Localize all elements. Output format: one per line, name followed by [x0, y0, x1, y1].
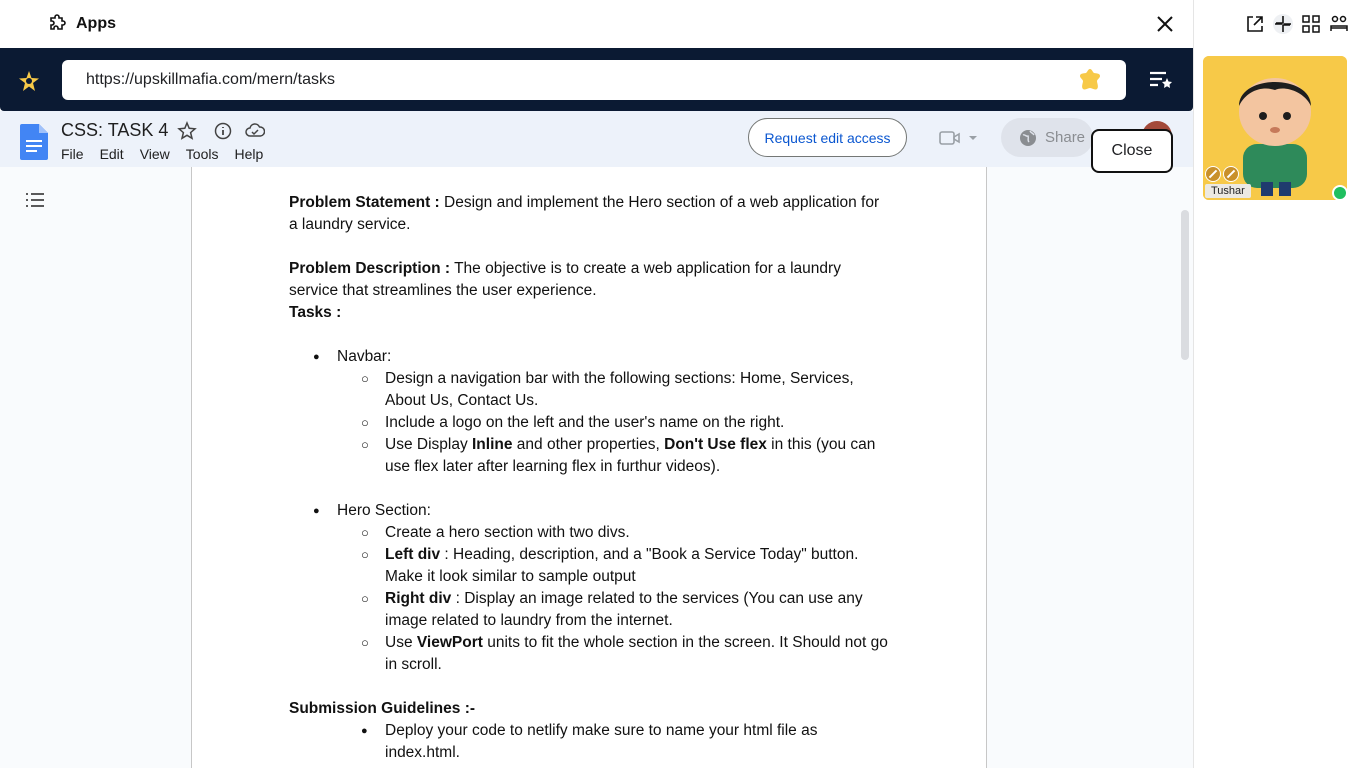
share-label: Share: [1045, 129, 1086, 146]
camera-muted-icon: [1223, 166, 1239, 182]
text-run-bold: ViewPort: [416, 634, 483, 651]
hero-subitem-text: Create a hero section with two divs.: [385, 524, 630, 541]
bookmark-star-icon[interactable]: [1078, 68, 1102, 92]
mute-badges: [1205, 166, 1239, 182]
mic-muted-icon: [1205, 166, 1221, 182]
tasks-label: Tasks :: [289, 302, 889, 324]
url-input[interactable]: [62, 60, 1126, 100]
tasks-heading: Tasks :: [289, 304, 342, 321]
hero-subitem-2: Left div : Heading, description, and a "…: [289, 544, 889, 588]
document-outline-icon[interactable]: [25, 192, 45, 208]
app-title: Apps: [76, 15, 116, 32]
submission-title: Submission Guidelines :-: [289, 700, 476, 717]
brand-logo-icon[interactable]: [18, 70, 40, 92]
problem-statement-label: Problem Statement :: [289, 194, 440, 211]
document-page[interactable]: Problem Statement : Design and implement…: [191, 167, 987, 768]
text-run-bold: Left div: [385, 546, 441, 563]
problem-description-label: Problem Description :: [289, 260, 451, 277]
navbar-subitem-3: Use Display Inline and other properties,…: [289, 434, 889, 478]
navbar-subitem-2: Include a logo on the left and the user'…: [289, 412, 889, 434]
text-run: Use Display: [385, 436, 472, 453]
text-run-bold: Don't Use flex: [664, 436, 767, 453]
google-docs-icon[interactable]: [20, 124, 48, 160]
request-edit-access-button[interactable]: Request edit access: [748, 118, 907, 157]
navbar-subitem-text: Include a logo on the left and the user'…: [385, 414, 785, 431]
doc-title[interactable]: CSS: TASK 4: [61, 120, 168, 141]
globe-icon: [1020, 129, 1036, 146]
text-run: and other properties,: [512, 436, 665, 453]
menu-file[interactable]: File: [61, 146, 84, 162]
meet-camera-icon[interactable]: [938, 128, 982, 148]
menu-help[interactable]: Help: [234, 146, 263, 162]
minimize-icon[interactable]: [1273, 14, 1293, 34]
participant-name: Tushar: [1205, 184, 1251, 198]
doc-menu-bar: File Edit View Tools Help: [61, 146, 263, 162]
text-run: : Heading, description, and a "Book a Se…: [385, 546, 859, 585]
participants-panel: Tushar: [1193, 0, 1366, 768]
navbar-subitem-1: Design a navigation bar with the followi…: [289, 368, 889, 412]
close-button[interactable]: Close: [1091, 129, 1173, 173]
docs-header: CSS: TASK 4 File Edit View Tools Help Re…: [0, 111, 1193, 167]
hero-subitem-3: Right div : Display an image related to …: [289, 588, 889, 632]
browser-bar: [0, 48, 1193, 111]
external-link-icon[interactable]: [1245, 14, 1265, 34]
problem-statement: Problem Statement : Design and implement…: [289, 192, 889, 236]
navbar-subitem-text: Design a navigation bar with the followi…: [385, 370, 854, 409]
info-icon[interactable]: [213, 121, 233, 141]
close-icon[interactable]: [1153, 12, 1177, 36]
navbar-title: Navbar:: [337, 348, 392, 365]
document-scrollbar[interactable]: [1181, 210, 1189, 360]
text-run-bold: Right div: [385, 590, 452, 607]
hero-subitem-1: Create a hero section with two divs.: [289, 522, 889, 544]
submission-item-text: Deploy your code to netlify make sure to…: [385, 722, 818, 761]
participant-tile[interactable]: Tushar: [1203, 56, 1347, 200]
document-content: Problem Statement : Design and implement…: [289, 192, 889, 764]
hero-subitem-4: Use ViewPort units to fit the whole sect…: [289, 632, 889, 676]
share-button[interactable]: Share: [1001, 118, 1093, 157]
hero-title: Hero Section:: [337, 502, 431, 519]
people-icon[interactable]: [1329, 14, 1349, 34]
star-icon[interactable]: [177, 121, 197, 141]
text-run: : Display an image related to the servic…: [385, 590, 863, 629]
menu-tools[interactable]: Tools: [186, 146, 219, 162]
cloud-saved-icon[interactable]: [245, 121, 265, 141]
submission-item-1: Deploy your code to netlify make sure to…: [289, 720, 889, 764]
menu-edit[interactable]: Edit: [100, 146, 124, 162]
navbar-item: Navbar:: [289, 346, 889, 368]
hero-section-item: Hero Section:: [289, 500, 889, 522]
submission-guidelines-label: Submission Guidelines :-: [289, 698, 889, 720]
app-bar: Apps: [0, 0, 1193, 48]
grid-layout-icon[interactable]: [1301, 14, 1321, 34]
apps-puzzle-icon[interactable]: [48, 14, 68, 34]
playlist-star-icon[interactable]: [1148, 70, 1174, 90]
text-run-bold: Inline: [472, 436, 513, 453]
text-run: Use: [385, 634, 417, 651]
online-status-dot: [1332, 185, 1348, 201]
problem-description: Problem Description : The objective is t…: [289, 258, 889, 302]
document-area: Problem Statement : Design and implement…: [0, 167, 1193, 768]
menu-view[interactable]: View: [140, 146, 170, 162]
